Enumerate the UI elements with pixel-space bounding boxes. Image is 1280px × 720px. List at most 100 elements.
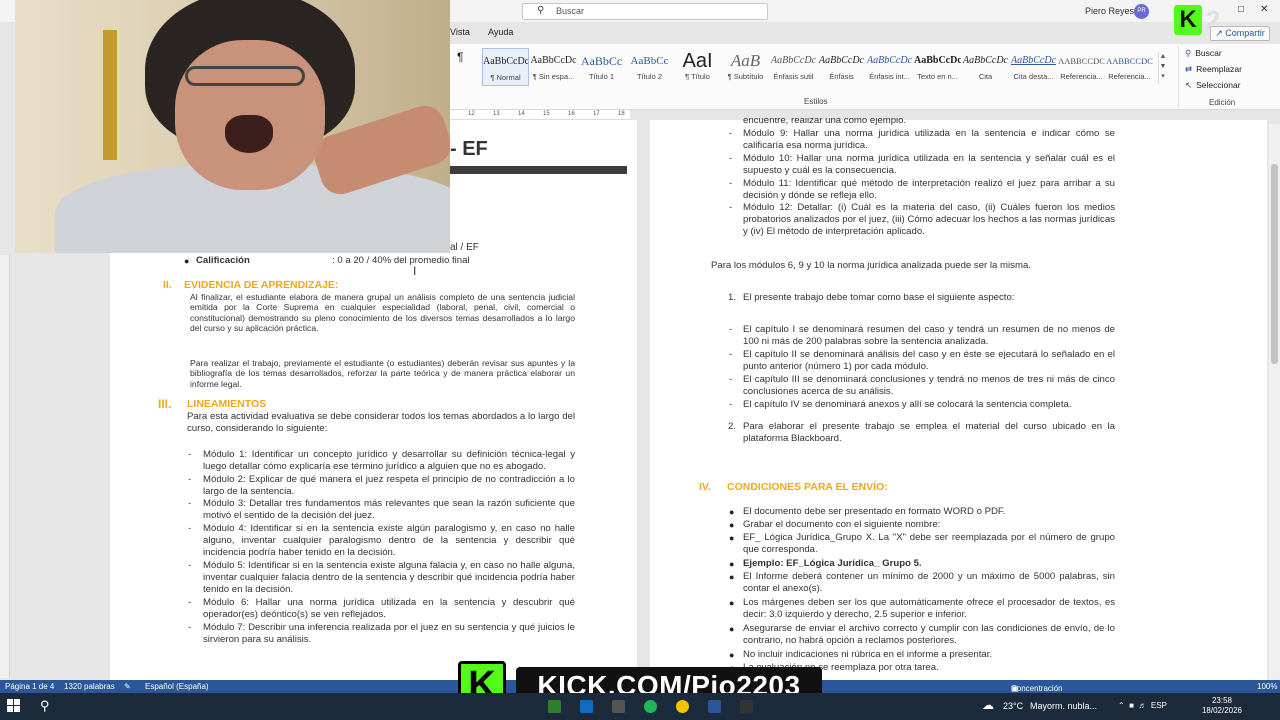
app-icon[interactable]: [548, 700, 561, 713]
style-texto-negrita[interactable]: AaBbCcDc Texto en n...: [914, 48, 961, 86]
bullet: ●: [729, 559, 735, 569]
section-2-paragraph-1: Al finalizar, el estudiante elabora de m…: [190, 292, 575, 334]
style-cita[interactable]: AaBbCcDc Cita: [962, 48, 1009, 86]
scrollbar-thumb[interactable]: [1271, 164, 1278, 364]
volume-icon[interactable]: ♬: [1138, 701, 1146, 710]
zoom-level[interactable]: 100%: [1257, 682, 1277, 691]
network-icon[interactable]: ■: [1129, 701, 1134, 710]
more-icon[interactable]: ▾: [1159, 72, 1167, 82]
style-name: ¶ Normal: [490, 73, 521, 82]
section-3-intro: Para esta actividad evaluativa se debe c…: [187, 411, 575, 434]
style-cita-destacada[interactable]: AaBbCcDc Cita desta...: [1010, 48, 1057, 86]
restore-icon[interactable]: □: [1238, 4, 1244, 15]
styles-group-label: Estilos: [804, 97, 828, 106]
find-button[interactable]: ⚲ Buscar: [1185, 48, 1222, 59]
style-sin-espaciado[interactable]: AaBbCcDc ¶ Sin espa...: [530, 48, 577, 86]
replace-icon: ⇄: [1185, 64, 1193, 74]
dash: -: [729, 128, 733, 139]
word-icon[interactable]: [708, 700, 721, 713]
app-icon[interactable]: [612, 700, 625, 713]
style-preview: AaB: [730, 51, 761, 70]
style-enfasis-intenso[interactable]: AaBbCcDc Énfasis int...: [866, 48, 913, 86]
section-3-title: LINEAMIENTOS: [187, 398, 267, 410]
horizontal-ruler[interactable]: 12 13 14 15 16 17 18: [450, 110, 630, 120]
style-referencia-intensa[interactable]: AABBCCDC Referencia...: [1106, 48, 1153, 86]
section-4-title: CONDICIONES PARA EL ENVÍO:: [727, 481, 888, 493]
replace-button[interactable]: ⇄ Reemplazar: [1185, 64, 1242, 75]
style-preview: AaBbCcDc: [963, 55, 1008, 66]
style-name: ¶ Título: [685, 72, 710, 81]
windows-start-icon[interactable]: [7, 699, 21, 713]
search-icon: ⚲: [1185, 48, 1192, 58]
style-normal[interactable]: AaBbCcDc ¶ Normal: [482, 48, 529, 86]
webcam-mouth: [225, 115, 273, 153]
chevron-down-icon[interactable]: ▼: [1159, 62, 1167, 72]
spotify-icon[interactable]: [644, 700, 657, 713]
outlook-icon[interactable]: [580, 700, 593, 713]
tab-ayuda[interactable]: Ayuda: [488, 27, 513, 37]
vertical-ruler[interactable]: [0, 255, 10, 678]
chevron-up-icon[interactable]: ▲: [1159, 52, 1167, 62]
k2-logo-letter: K: [1174, 5, 1202, 35]
cursor-icon: ↖: [1185, 80, 1193, 90]
style-name: ¶ Subtítulo: [727, 72, 764, 81]
chapter-item: El capítulo II se denominará análisis de…: [743, 349, 1115, 372]
dash: -: [188, 449, 192, 460]
style-enfasis[interactable]: AaBbCcDc Énfasis: [818, 48, 865, 86]
chapter-item: El capítulo III se denominará conclusion…: [743, 374, 1115, 397]
dash: -: [188, 474, 192, 485]
style-titulo-2[interactable]: AaBbCc Título 2: [626, 48, 673, 86]
style-name: Título 1: [588, 72, 614, 81]
weather-icon[interactable]: ☁: [982, 698, 994, 712]
user-name[interactable]: Piero Reyes: [1085, 6, 1134, 16]
condition-item: El Informe deberá contener un mínimo de …: [743, 571, 1115, 594]
paragraph-mark-icon[interactable]: ¶: [457, 50, 463, 64]
webcam-overlay: [15, 0, 450, 253]
style-name: Referencia...: [1060, 72, 1103, 81]
condition-item: Asegurarse de enviar el archivo correcto…: [743, 623, 1115, 646]
style-preview: AABBCCDC: [1106, 56, 1153, 66]
style-enfasis-sutil[interactable]: AaBbCcDc Énfasis sutil: [770, 48, 817, 86]
clock[interactable]: 23:58 18/02/2026: [1200, 696, 1244, 716]
share-button[interactable]: ↗ Compartir: [1210, 26, 1270, 41]
condition-item: No incluir indicaciones ni rúbrica en el…: [743, 649, 993, 660]
weather-temp[interactable]: 23°C: [1003, 701, 1023, 711]
ribbon: ¶ AaBbCcDc ¶ Normal AaBbCcDc ¶ Sin espa...…: [450, 44, 1280, 110]
module-item: Módulo 4: Identificar si en la sentencia…: [203, 523, 575, 558]
dash: -: [729, 349, 733, 360]
close-icon[interactable]: ✕: [1260, 4, 1268, 15]
tab-vista[interactable]: Vista: [450, 27, 470, 37]
dash: -: [729, 399, 733, 410]
section-2-paragraph-2: Para realizar el trabajo, previamente el…: [190, 358, 575, 389]
vertical-scrollbar[interactable]: [1269, 124, 1280, 680]
page-counter[interactable]: Página 1 de 4: [5, 682, 54, 691]
gallery-scroll[interactable]: ▲ ▼ ▾: [1158, 52, 1167, 84]
search-box[interactable]: ⚲ Buscar: [522, 3, 768, 20]
focus-label: Concentración: [1011, 684, 1063, 693]
module-item: Módulo 11: Identificar qué método de int…: [743, 178, 1115, 201]
style-referencia-sutil[interactable]: AABBCCDC Referencia...: [1058, 48, 1105, 86]
avatar[interactable]: PR: [1134, 4, 1149, 19]
chevron-up-icon[interactable]: ⌃: [1118, 701, 1125, 710]
weather-description[interactable]: Mayorm. nubla...: [1030, 701, 1097, 711]
dash: -: [729, 202, 733, 213]
proofing-icon[interactable]: ✎: [124, 682, 131, 691]
system-tray[interactable]: ⌃ ■ ♬ ESP: [1118, 701, 1167, 710]
chrome-icon[interactable]: [676, 700, 689, 713]
word-count[interactable]: 1320 palabras: [64, 682, 115, 691]
grading-value: : 0 a 20 / 40% del promedio final: [332, 255, 470, 266]
dash: -: [729, 153, 733, 164]
language-indicator[interactable]: ESP: [1151, 701, 1167, 710]
style-preview: AaBbCcDc: [1011, 55, 1056, 66]
search-icon[interactable]: ⚲: [40, 698, 50, 714]
style-titulo-1[interactable]: AaBbCc Título 1: [578, 48, 625, 86]
style-name: Cita: [978, 72, 993, 81]
style-subtitulo[interactable]: AaB ¶ Subtítulo: [722, 48, 769, 86]
app-icon[interactable]: [740, 700, 753, 713]
bullet: ●: [729, 650, 735, 660]
language-indicator[interactable]: Español (España): [145, 682, 209, 691]
select-button[interactable]: ↖ Seleccionar: [1185, 80, 1241, 91]
ruler-mark: 12: [468, 111, 475, 117]
style-titulo[interactable]: AaI ¶ Título: [674, 48, 721, 86]
ruler-mark: 18: [618, 111, 625, 117]
